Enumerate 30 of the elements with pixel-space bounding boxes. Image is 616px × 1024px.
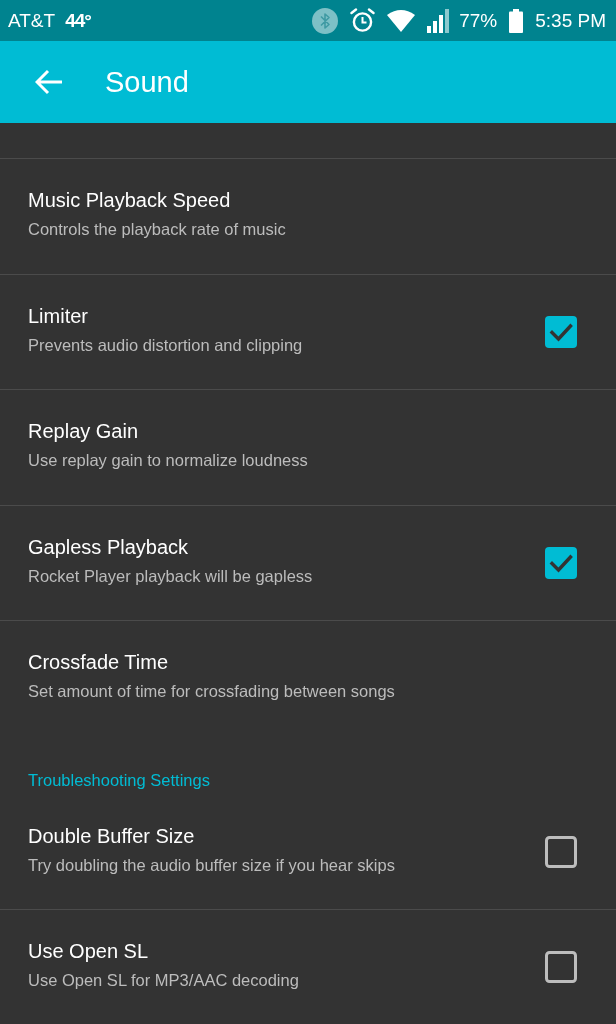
setting-title: Music Playback Speed	[28, 188, 232, 213]
checkbox[interactable]	[545, 951, 577, 984]
wifi-icon	[387, 9, 416, 32]
setting-description: Try doubling the audio buffer size if you hear skips	[28, 854, 396, 875]
setting-description: Prevents audio distortion and clipping	[28, 334, 304, 355]
battery-percent: 77%	[459, 9, 498, 32]
setting-title: Double Buffer Size	[28, 823, 196, 848]
checkbox[interactable]	[545, 546, 577, 579]
setting-description: Use Open SL for MP3/AAC decoding	[28, 970, 300, 991]
arrow-left-icon	[35, 69, 63, 95]
section-header: Troubleshooting Settings	[28, 769, 210, 790]
signal-icon	[427, 8, 452, 33]
carrier-name: AT&T	[8, 9, 56, 32]
battery-icon	[509, 8, 524, 33]
checkbox[interactable]	[545, 315, 577, 348]
setting-description: Set amount of time for crossfading between songs	[28, 681, 396, 702]
clock-time: 5:35 PM	[535, 9, 606, 32]
setting-title: Use Open SL	[28, 939, 150, 964]
setting-description: Use replay gain to normalize loudness	[28, 450, 309, 471]
setting-title: Crossfade Time	[28, 650, 170, 675]
setting-title: Replay Gain	[28, 419, 140, 444]
bluetooth-icon	[312, 7, 339, 34]
alarm-clock-icon	[350, 8, 376, 33]
temperature-text: 44°	[65, 9, 91, 32]
setting-title: Limiter	[28, 303, 89, 328]
setting-title: Gapless Playback	[28, 534, 190, 559]
setting-description: Rocket Player playback will be gapless	[28, 565, 314, 586]
setting-description: Controls the playback rate of music	[28, 219, 287, 240]
screen-title: Sound	[105, 65, 189, 99]
checkbox[interactable]	[545, 835, 577, 868]
